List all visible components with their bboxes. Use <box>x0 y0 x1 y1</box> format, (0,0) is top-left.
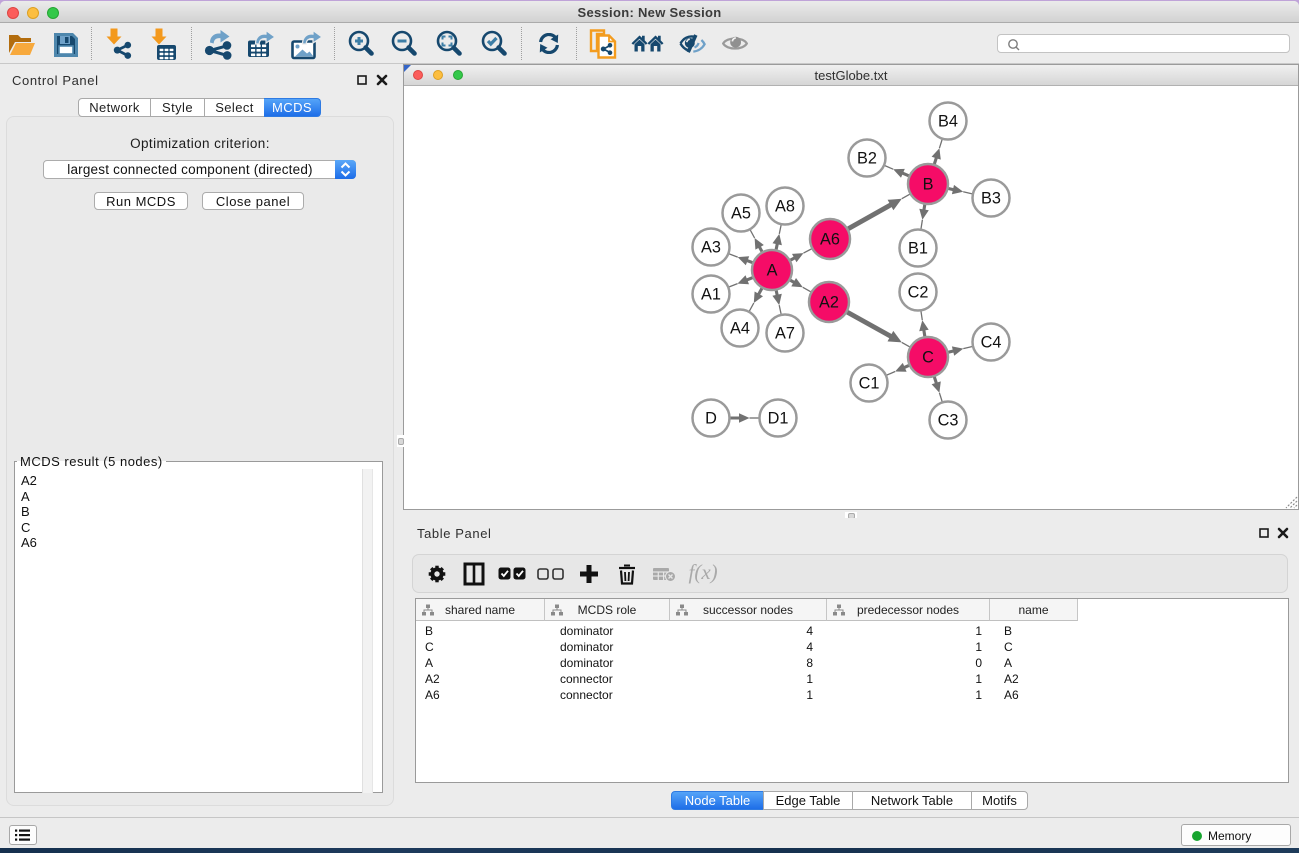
svg-text:A6: A6 <box>820 231 840 249</box>
svg-text:C3: C3 <box>938 412 959 430</box>
svg-text:A5: A5 <box>731 205 751 223</box>
svg-text:B2: B2 <box>857 150 877 168</box>
svg-text:A4: A4 <box>730 320 750 338</box>
svg-text:B3: B3 <box>981 190 1001 208</box>
svg-text:A7: A7 <box>775 325 795 343</box>
svg-text:A3: A3 <box>701 239 721 257</box>
svg-text:B4: B4 <box>938 113 958 131</box>
svg-text:C1: C1 <box>859 375 880 393</box>
svg-text:B1: B1 <box>908 240 928 258</box>
svg-text:D1: D1 <box>768 410 789 428</box>
svg-text:C2: C2 <box>908 284 929 302</box>
svg-text:C4: C4 <box>981 334 1002 352</box>
svg-text:A8: A8 <box>775 198 795 216</box>
svg-text:A: A <box>767 262 778 280</box>
svg-text:C: C <box>922 349 934 367</box>
svg-text:D: D <box>705 410 717 428</box>
svg-text:A2: A2 <box>819 294 839 312</box>
svg-text:B: B <box>923 176 934 194</box>
svg-text:A1: A1 <box>701 286 721 304</box>
